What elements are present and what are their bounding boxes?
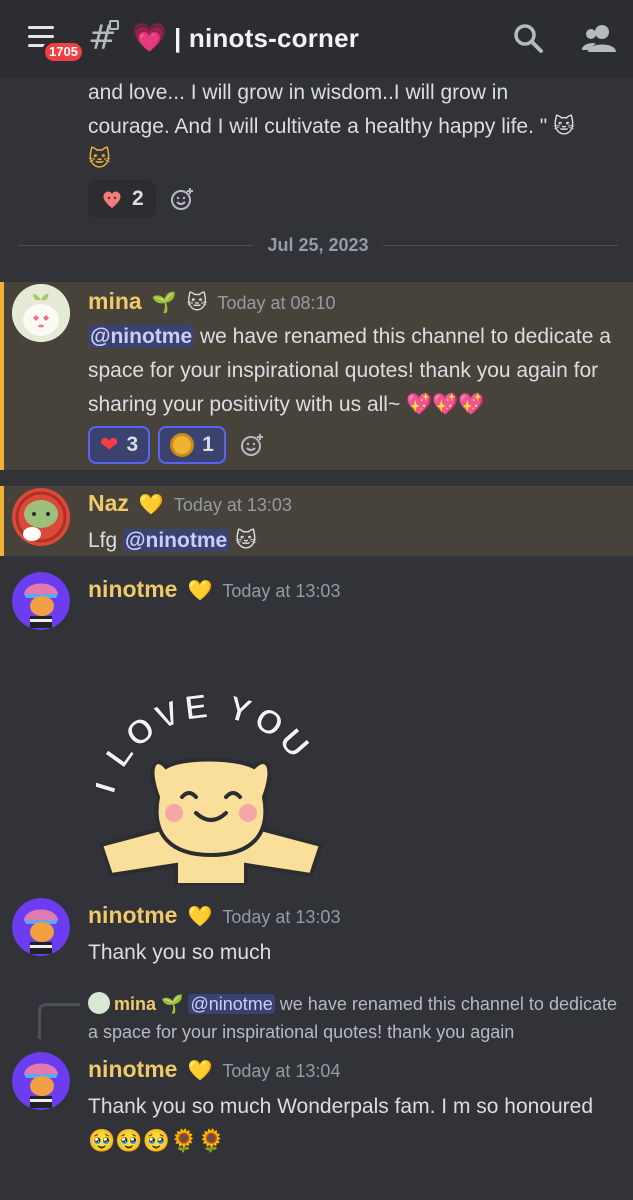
message-header: Naz 💛 Today at 13:03 xyxy=(88,490,292,517)
role-badge: 🐱 xyxy=(186,292,208,314)
reaction-bar: ❤ 3 1 xyxy=(88,426,264,464)
avatar[interactable] xyxy=(12,572,70,630)
reaction-heart[interactable]: ❤ 3 xyxy=(88,426,151,464)
reaction-coin[interactable]: 1 xyxy=(158,426,226,464)
message-text: Thank you so much Wonderpals fam. I m so… xyxy=(88,1095,594,1118)
message-header: ninotme 💛 Today at 13:03 xyxy=(88,576,340,603)
message-emoji: 💖💖💖 xyxy=(406,393,485,416)
reaction-heart-face[interactable]: 2 xyxy=(88,180,156,218)
reaction-bar: 2 xyxy=(88,180,618,218)
avatar[interactable] xyxy=(12,284,70,342)
role-badge: 💛 xyxy=(138,494,164,516)
lock-icon xyxy=(109,20,119,30)
message-content: @ninotme we have renamed this channel to… xyxy=(88,320,624,422)
heart-icon: ❤ xyxy=(100,432,119,457)
timestamp: Today at 13:03 xyxy=(173,495,292,515)
avatar[interactable] xyxy=(12,1052,70,1110)
heart-face-icon xyxy=(103,191,121,208)
username[interactable]: ninotme xyxy=(88,1056,177,1083)
love-you-sticker[interactable]: I LOVE YOU xyxy=(96,685,326,885)
username[interactable]: mina xyxy=(88,288,142,315)
add-reaction-icon[interactable] xyxy=(170,187,194,211)
message-naz[interactable]: Naz 💛 Today at 13:03 Lfg @ninotme 🐱 xyxy=(0,486,633,556)
user-mention[interactable]: @ninotme xyxy=(88,325,195,348)
username[interactable]: ninotme xyxy=(88,902,177,929)
timestamp: Today at 13:03 xyxy=(222,581,341,601)
coin-icon xyxy=(170,433,195,457)
message-ninotme-reply[interactable]: ninotme 💛 Today at 13:04 Thank you so mu… xyxy=(0,1050,633,1170)
avatar[interactable] xyxy=(12,898,70,956)
username[interactable]: Naz xyxy=(88,490,129,517)
reply-avatar xyxy=(88,992,110,1014)
message-text: Lfg xyxy=(88,529,124,552)
ninotme-avatar-art xyxy=(12,572,70,630)
reaction-count: 3 xyxy=(126,433,139,456)
date-label: Jul 25, 2023 xyxy=(267,234,369,255)
reply-username: mina xyxy=(114,994,157,1014)
reaction-count: 2 xyxy=(132,187,144,210)
role-badge: 💛 xyxy=(187,1060,213,1082)
message-text: Thank you so much xyxy=(88,941,272,964)
reply-mention: @ninotme xyxy=(188,994,275,1014)
channel-separator: | xyxy=(174,23,182,53)
mina-avatar-art xyxy=(12,284,70,342)
message-header: mina 🌱 🐱 Today at 08:10 xyxy=(88,288,336,315)
timestamp: Today at 08:10 xyxy=(217,293,336,313)
message-ninotme-thanks[interactable]: ninotme 💛 Today at 13:03 Thank you so mu… xyxy=(0,898,633,978)
timestamp: Today at 13:03 xyxy=(222,907,341,927)
channel-name: ninots-corner xyxy=(188,23,360,53)
user-mention[interactable]: @ninotme xyxy=(123,529,230,552)
message-emoji: 🐱 xyxy=(235,529,257,552)
role-badge: 💛 xyxy=(187,580,213,602)
naz-avatar-art xyxy=(12,488,70,546)
avatar[interactable] xyxy=(12,488,70,546)
previous-message: and love... I will grow in wisdom..I wil… xyxy=(88,76,618,218)
message-text: and love... I will grow in wisdom..I wil… xyxy=(88,81,509,104)
reaction-count: 1 xyxy=(202,433,214,456)
channel-title[interactable]: | ninots-corner xyxy=(174,22,359,54)
message-header: ninotme 💛 Today at 13:04 xyxy=(88,1056,340,1083)
add-reaction-icon[interactable] xyxy=(240,433,264,457)
message-text: courage. And I will cultivate a healthy … xyxy=(88,115,575,138)
channel-emoji: 💗 xyxy=(132,21,167,54)
timestamp: Today at 13:04 xyxy=(222,1061,341,1081)
members-icon[interactable] xyxy=(582,22,616,54)
role-badge: 🌱 xyxy=(151,292,177,314)
date-separator: Jul 25, 2023 xyxy=(18,232,619,258)
message-header: ninotme 💛 Today at 13:03 xyxy=(88,902,340,929)
message-emoji: 🐱 xyxy=(88,146,111,171)
reply-badge: 🌱 xyxy=(161,994,184,1014)
username[interactable]: ninotme xyxy=(88,576,177,603)
ninotme-avatar-art xyxy=(12,898,70,956)
role-badge: 💛 xyxy=(187,906,213,928)
notification-badge: 1705 xyxy=(42,40,85,64)
message-mina[interactable]: mina 🌱 🐱 Today at 08:10 @ninotme we have… xyxy=(0,282,633,470)
reply-connector xyxy=(38,1003,80,1039)
reply-context[interactable]: mina 🌱 @ninotme we have renamed this cha… xyxy=(88,990,628,1046)
message-emoji: 🥹🥹🥹🌻🌻 xyxy=(88,1128,225,1153)
ninotme-avatar-art xyxy=(12,1052,70,1110)
message-content: Lfg @ninotme 🐱 xyxy=(88,524,624,558)
search-icon[interactable] xyxy=(512,22,544,54)
channel-header: 1705 # 💗 | ninots-corner xyxy=(0,0,633,78)
